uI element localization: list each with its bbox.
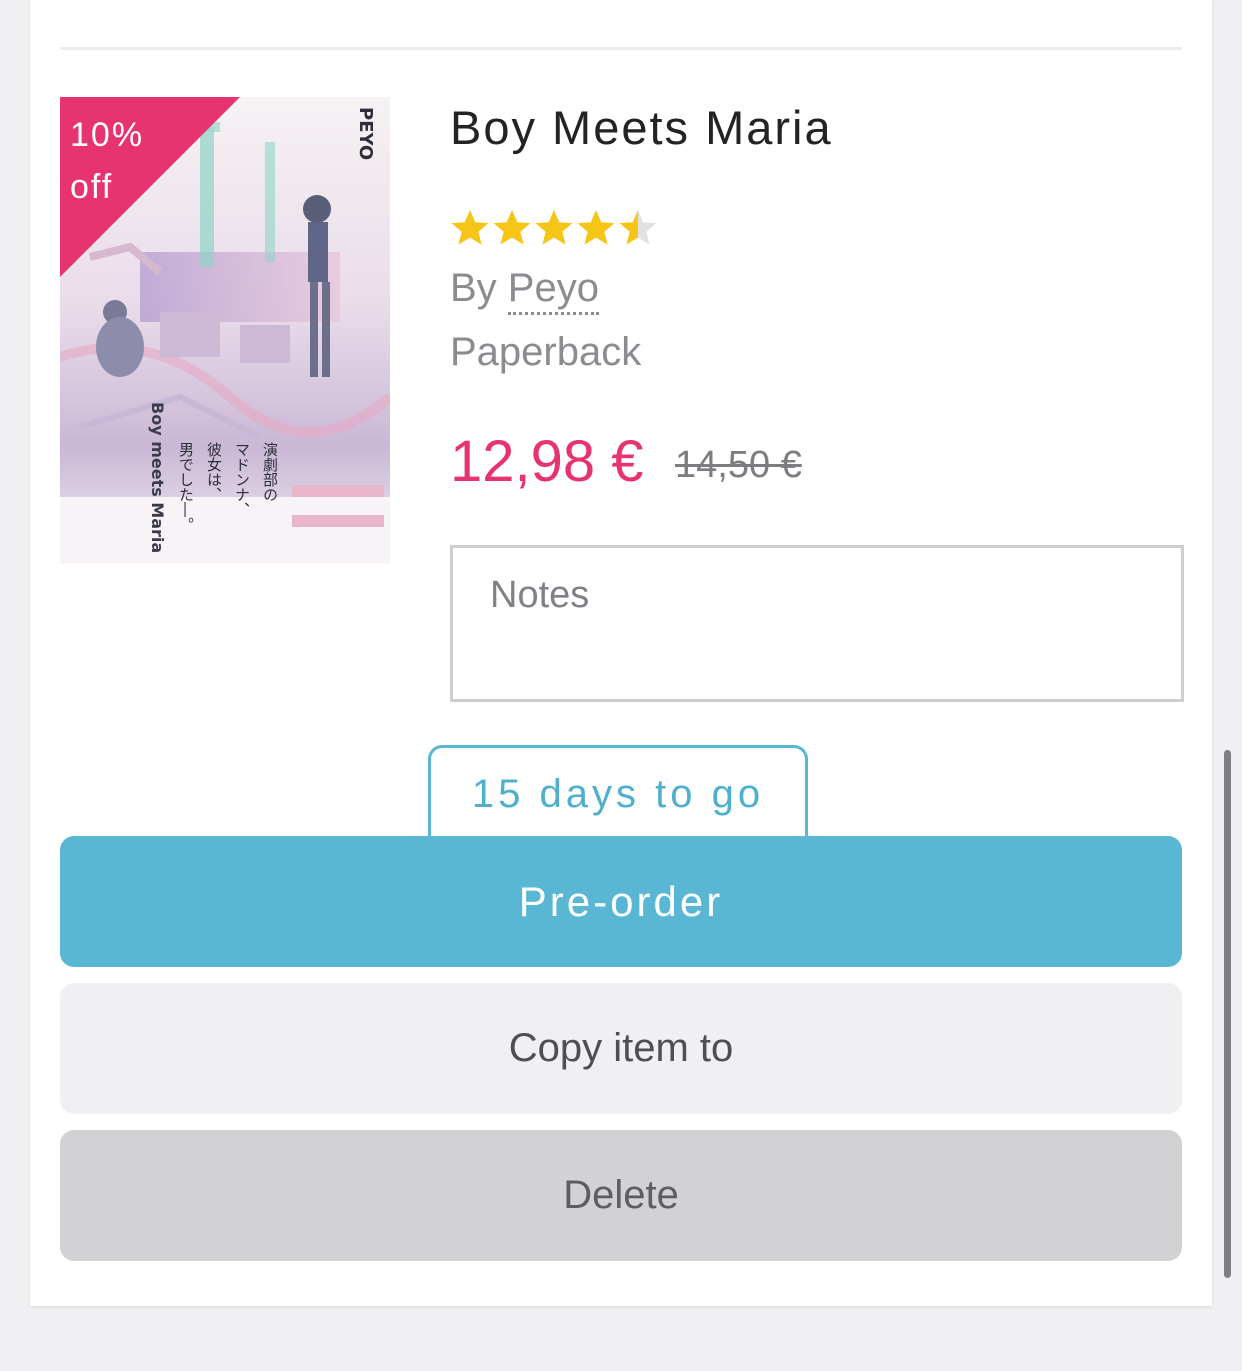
format-label: Paperback [450,330,642,374]
discount-badge: 10% off [60,97,240,277]
star-icon [493,210,531,245]
cover-tagline-1: 演劇部の [261,442,279,502]
preorder-button[interactable]: Pre-order [60,836,1182,967]
notes-placeholder: Notes [490,574,590,616]
star-icon [535,210,573,245]
author-prefix: By [450,266,508,310]
author-link[interactable]: Peyo [507,266,599,315]
cover-tagline-2: マドンナ、 [233,442,251,517]
rating-stars [450,208,658,256]
cover-tagline-4: 男でした―。 [177,442,195,532]
author-line: By Peyo [450,266,599,315]
cover-title-mark: Boy meets Maria [148,402,167,553]
current-price: 12,98 € [450,429,644,494]
scrollbar-thumb[interactable] [1224,750,1231,1278]
star-icon [451,210,489,245]
divider [60,47,1182,50]
book-cover-image[interactable]: PEYO Boy meets Maria 演劇部の マドンナ、 彼女は、 男でし… [60,97,390,564]
discount-badge-label: 10% off [70,116,145,206]
delete-button[interactable]: Delete [60,1130,1182,1261]
product-title[interactable]: Boy Meets Maria [450,100,833,155]
cart-item-card: PEYO Boy meets Maria 演劇部の マドンナ、 彼女は、 男でし… [30,0,1212,1306]
original-price: 14,50 € [675,444,802,486]
copy-item-button[interactable]: Copy item to [60,983,1182,1114]
star-icon [619,210,657,245]
cover-author-mark: PEYO [355,107,376,160]
release-countdown-tab: 15 days to go [428,745,808,837]
cover-tagline-3: 彼女は、 [205,442,223,502]
notes-field[interactable]: Notes [450,545,1184,702]
star-icon [577,210,615,245]
